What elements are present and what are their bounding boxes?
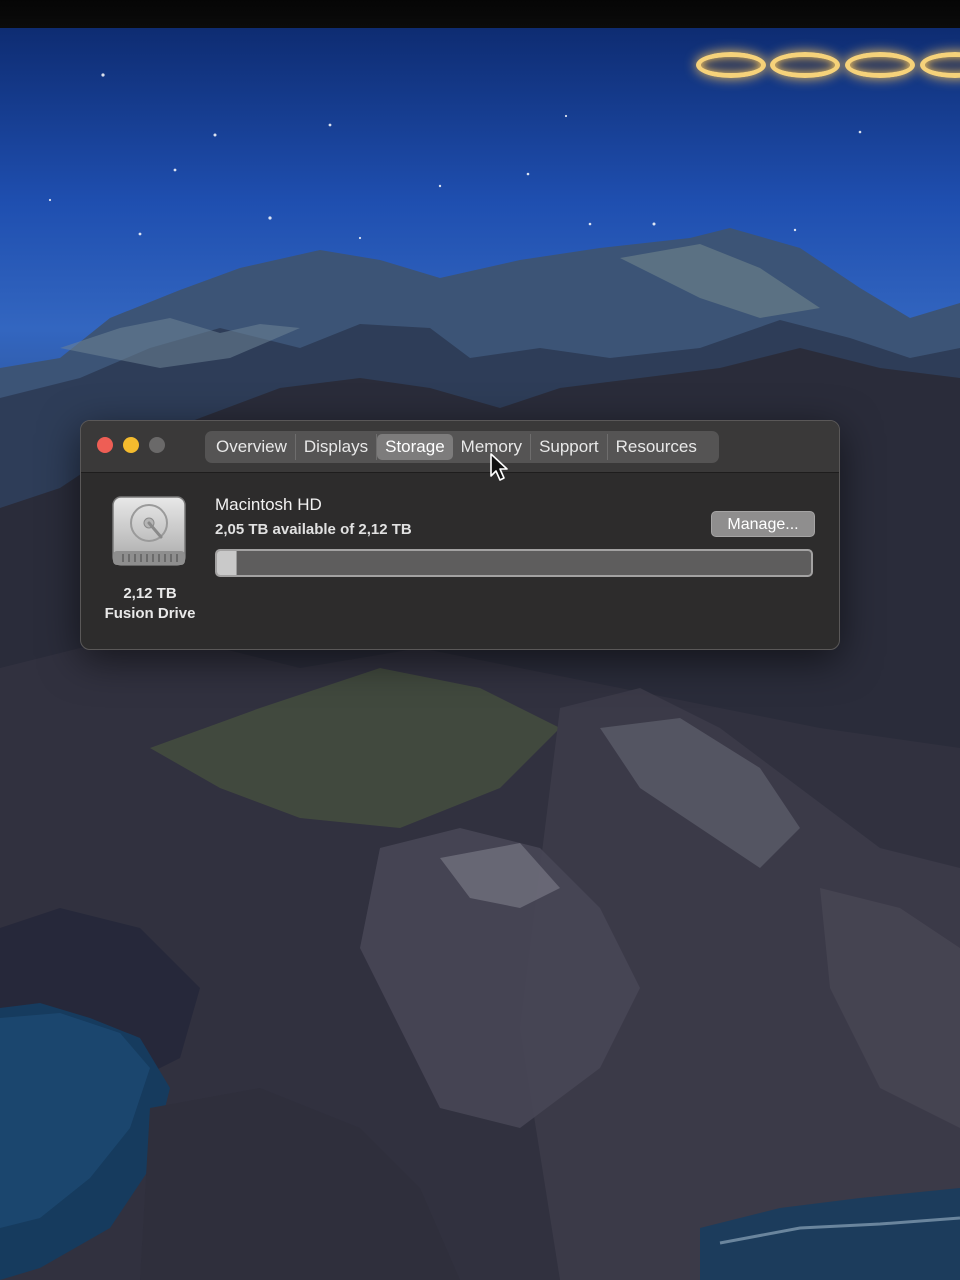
disk-type: Fusion Drive: [104, 605, 196, 622]
about-this-mac-window: Overview Displays Storage Memory Support…: [80, 420, 840, 650]
minimize-window-button[interactable]: [123, 437, 139, 453]
desktop-wallpaper: [0, 28, 960, 1280]
tab-bar: Overview Displays Storage Memory Support…: [205, 431, 719, 463]
wallpaper-landscape: [0, 73, 960, 1280]
storage-usage-bar: [215, 549, 813, 577]
volume-name: Macintosh HD: [215, 495, 322, 514]
tab-displays[interactable]: Displays: [296, 434, 378, 460]
tab-overview[interactable]: Overview: [208, 434, 296, 460]
window-titlebar: Overview Displays Storage Memory Support…: [81, 421, 839, 473]
volume-available-text: 2,05 TB available of 2,12 TB: [215, 521, 412, 538]
ambient-lights: [696, 38, 960, 98]
storage-used-segment: [217, 551, 237, 575]
manage-button[interactable]: Manage...: [711, 511, 815, 537]
storage-panel: 2,12 TB Fusion Drive Macintosh HD 2,05 T…: [81, 473, 839, 649]
tab-resources[interactable]: Resources: [608, 434, 705, 460]
hard-drive-icon: [112, 496, 186, 566]
tab-storage[interactable]: Storage: [377, 434, 453, 460]
light-ring: [920, 52, 960, 78]
light-ring: [845, 52, 915, 78]
disk-size: 2,12 TB: [123, 585, 177, 602]
zoom-window-button[interactable]: [149, 437, 165, 453]
tab-support[interactable]: Support: [531, 434, 608, 460]
light-ring: [770, 52, 840, 78]
close-window-button[interactable]: [97, 437, 113, 453]
arrow-cursor-icon: [490, 453, 508, 481]
light-ring: [696, 52, 766, 78]
